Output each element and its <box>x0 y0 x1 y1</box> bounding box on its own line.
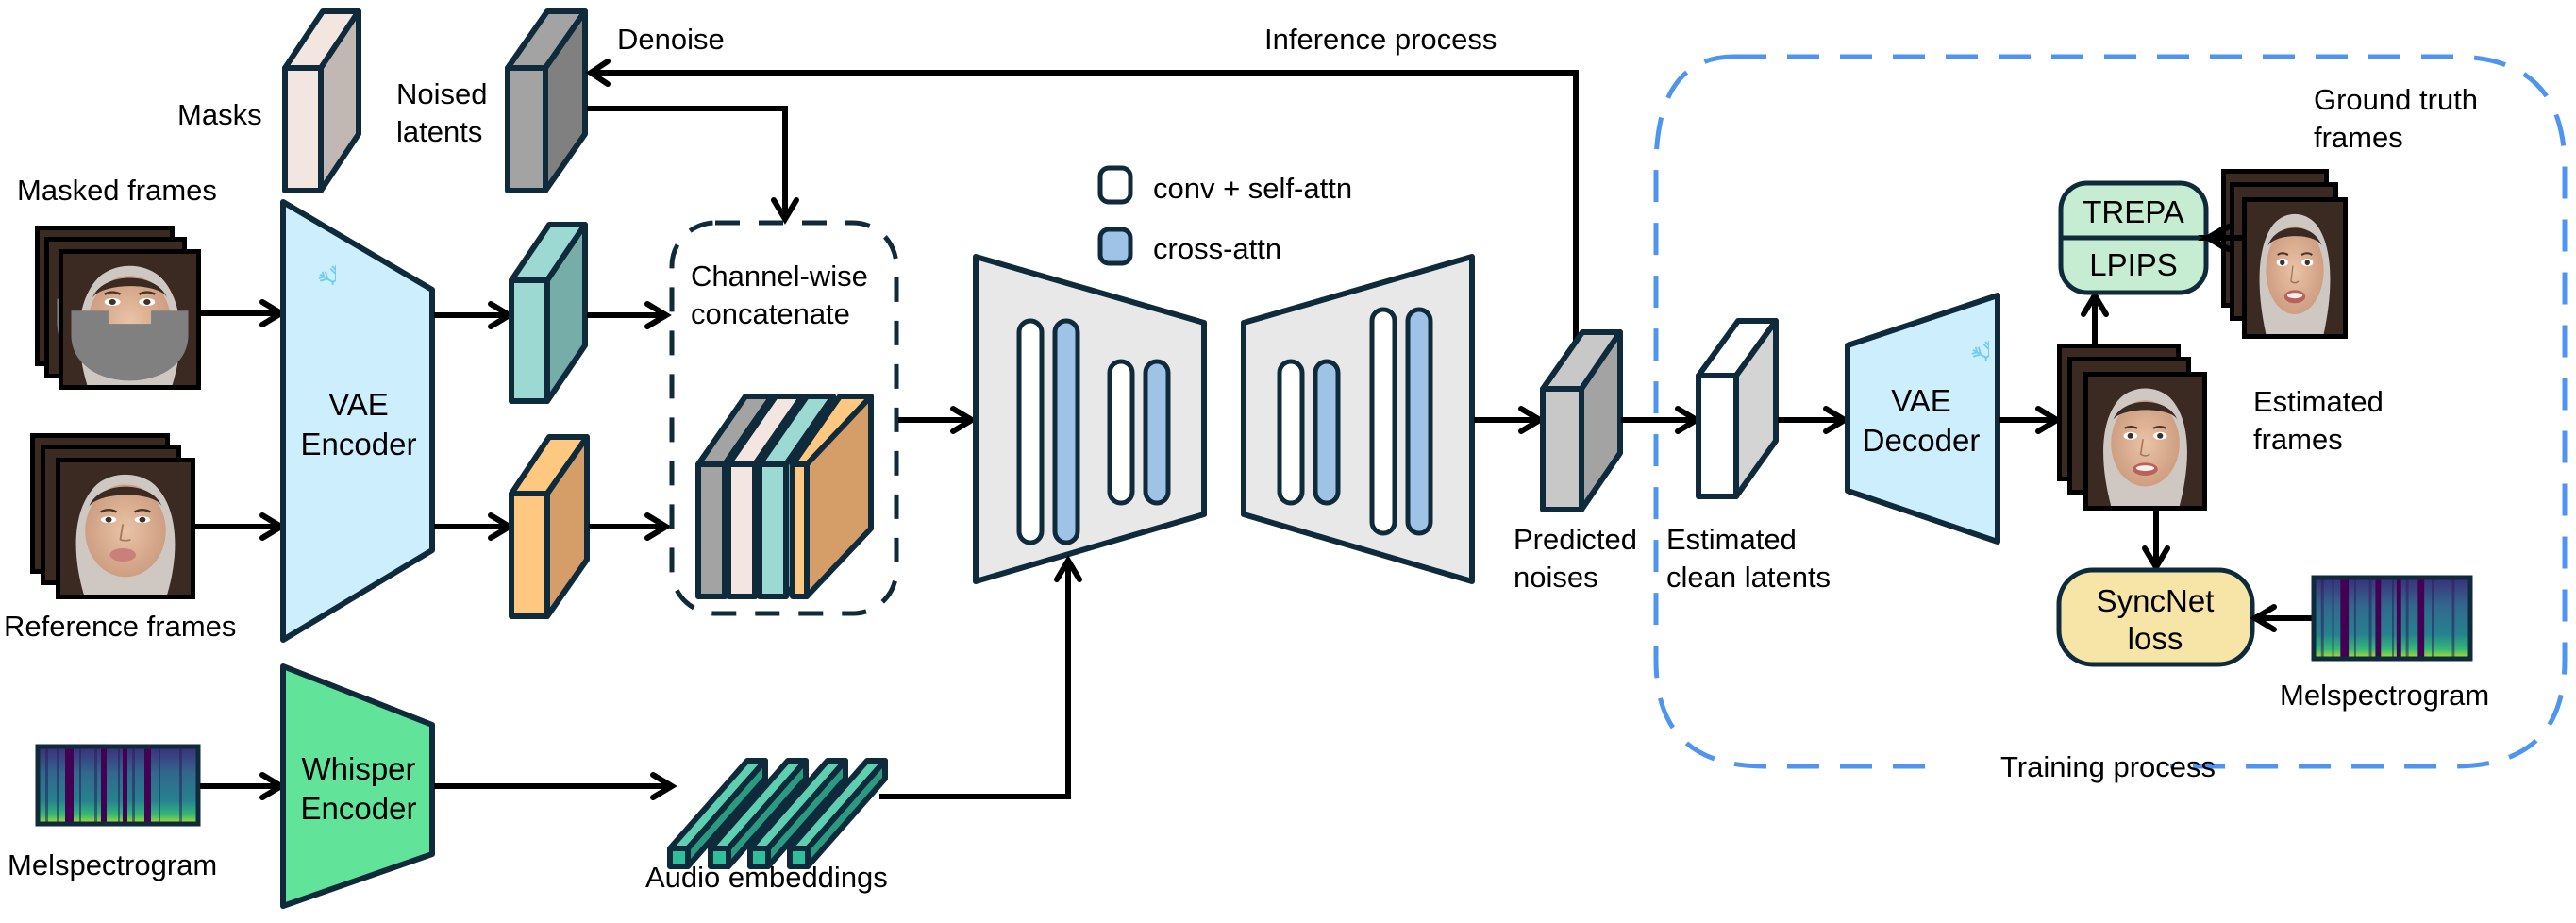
reference-latent-tensor <box>509 434 590 619</box>
whisper-to-embeddings-arrow <box>434 772 677 800</box>
syncnet-label-line1: SyncNet <box>2097 583 2215 618</box>
conv-self-attn-layer <box>1016 318 1045 545</box>
estimated-to-syncnet-arrow <box>2142 508 2170 573</box>
legend-swatch-conv-self-attn <box>1097 165 1133 205</box>
estimated-frames-label-line2: frames <box>2253 423 2343 456</box>
estimated-clean-latents-label-line1: Estimated <box>1666 523 1797 556</box>
legend: conv + self-attn cross-attn <box>1097 165 1352 266</box>
estimated-clean-latents-label-line2: clean latents <box>1666 561 1831 594</box>
estimated-clean-latents-tensor: Estimated clean latents <box>1666 318 1831 594</box>
vae-decoder-block: VAE Decoder <box>1845 293 2000 545</box>
spectrogram-image <box>2314 578 2470 659</box>
vae-to-teal-latent-arrow <box>434 301 515 329</box>
ground-truth-label-line2: frames <box>2314 121 2403 154</box>
lpips-label: LPIPS <box>2089 247 2178 282</box>
masked-latent-tensor <box>509 222 588 404</box>
syncnet-loss-box: SyncNet loss <box>2056 567 2255 667</box>
melspectrogram-left: Melspectrogram <box>8 744 217 881</box>
unet-decoder-block <box>1241 254 1475 584</box>
vae-encoder-label-line1: VAE <box>328 387 389 422</box>
vae-decoder-label-line1: VAE <box>1891 383 1951 418</box>
noised-latents-label-line2: latents <box>396 115 482 148</box>
legend-swatch-cross-attn <box>1097 227 1133 266</box>
noised-latents-tensor: Noised latents <box>396 8 588 193</box>
audio-embeddings: Audio embeddings <box>645 758 888 894</box>
channel-wise-label-line1: Channel-wise <box>691 260 868 293</box>
predicted-to-clean-arrow <box>1621 406 1702 434</box>
cross-attn-layer <box>1143 359 1171 506</box>
reference-frames-label: Reference frames <box>4 610 236 643</box>
conv-self-attn-layer <box>1369 307 1397 536</box>
training-process-label: Training process <box>2000 750 2216 783</box>
masks-tensor: Masks <box>177 8 361 193</box>
whisper-encoder-label-line2: Encoder <box>301 791 417 826</box>
predicted-noises-label-line1: Predicted <box>1514 523 1637 556</box>
estimated-frames-stack <box>2057 344 2207 511</box>
reference-frames-to-vae-arrow <box>194 512 287 541</box>
ground-truth-frames-stack <box>2221 169 2348 339</box>
predicted-noises-label-line2: noises <box>1514 561 1598 594</box>
concatenated-latents <box>695 394 874 599</box>
latentsync-architecture-diagram: Training process Masks Noised latents De… <box>4 8 2568 909</box>
whisper-encoder-label-line1: Whisper <box>301 751 415 786</box>
syncnet-label-line2: loss <box>2128 621 2183 656</box>
trepa-lpips-loss-box: TREPA LPIPS <box>2058 180 2209 295</box>
masked-frames-to-vae-arrow <box>200 299 287 327</box>
ground-truth-label-line1: Ground truth <box>2314 83 2478 116</box>
concat-to-unet-arrow <box>898 406 978 434</box>
masks-label: Masks <box>177 98 262 131</box>
melspectrogram-right: Melspectrogram <box>2280 575 2489 712</box>
channel-wise-label-line2: concatenate <box>691 297 850 330</box>
embeddings-to-unet-arrow <box>879 555 1082 799</box>
predicted-noises-tensor: Predicted noises <box>1514 329 1637 594</box>
masked-frames-label: Masked frames <box>17 174 217 207</box>
conv-self-attn-layer <box>1277 359 1305 506</box>
denoise-label: Denoise <box>617 23 725 56</box>
teal-to-concat-arrow <box>587 301 672 329</box>
masked-frames-stack <box>35 226 201 390</box>
cross-attn-layer <box>1313 359 1341 506</box>
unet-encoder-block <box>973 254 1207 584</box>
audio-embeddings-label: Audio embeddings <box>645 861 888 894</box>
melspectrogram-right-label: Melspectrogram <box>2280 679 2489 712</box>
cross-attn-layer <box>1405 307 1433 536</box>
melspectrogram-left-label: Melspectrogram <box>8 848 217 881</box>
legend-label-conv-self-attn: conv + self-attn <box>1153 172 1352 205</box>
orange-to-concat-arrow <box>589 512 672 541</box>
clean-to-decoder-arrow <box>1778 406 1850 434</box>
conv-self-attn-layer <box>1107 359 1135 506</box>
channel-wise-concatenate-box: Channel-wise concatenate <box>669 220 899 616</box>
vae-encoder-label-line2: Encoder <box>301 427 417 462</box>
cross-attn-layer <box>1052 318 1080 545</box>
vae-decoder-label-line2: Decoder <box>1863 423 1981 458</box>
mel-to-syncnet-arrow <box>2250 604 2312 632</box>
unet-to-predicted-noises-arrow <box>1474 406 1546 434</box>
estimated-to-trepa-arrow <box>2081 290 2109 346</box>
spectrogram-image <box>38 747 198 824</box>
reference-frames-stack <box>30 433 195 599</box>
inference-process-label: Inference process <box>1264 23 1497 56</box>
estimated-frames-label-line1: Estimated <box>2253 385 2384 418</box>
vae-encoder-block: VAE Encoder <box>280 199 435 643</box>
mel-to-whisper-arrow <box>200 772 287 800</box>
legend-label-cross-attn: cross-attn <box>1153 232 1281 265</box>
vae-to-orange-latent-arrow <box>434 512 515 541</box>
decoder-to-estimated-frames-arrow <box>1999 406 2063 434</box>
noised-to-concat-arrow <box>587 106 799 225</box>
whisper-encoder-block: Whisper Encoder <box>280 663 435 909</box>
noised-latents-label-line1: Noised <box>396 77 488 110</box>
trepa-label: TREPA <box>2083 194 2184 229</box>
